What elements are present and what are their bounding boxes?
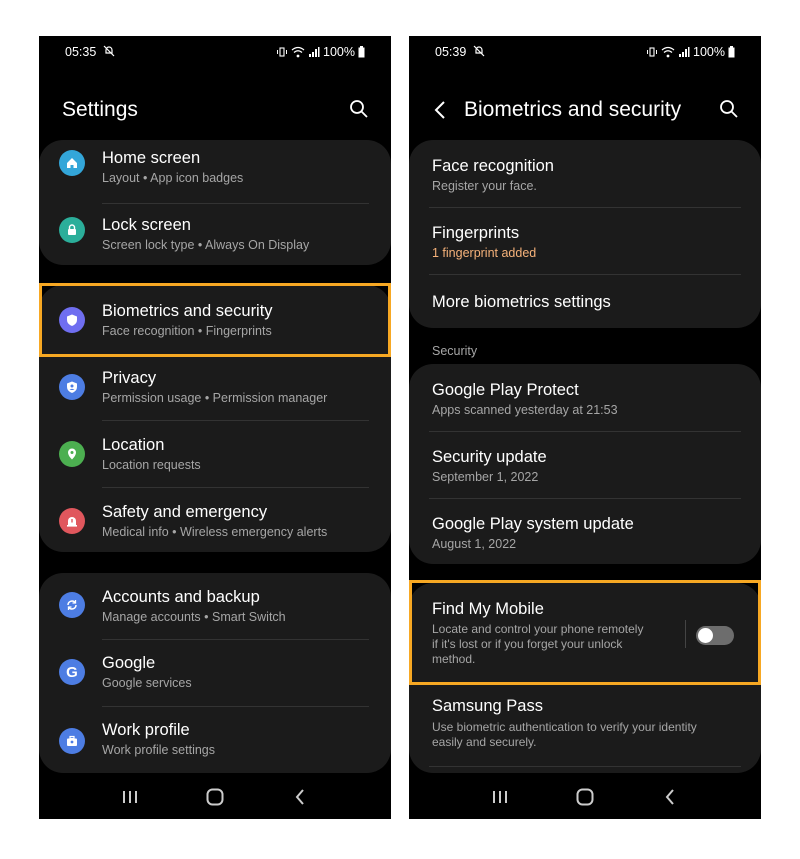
settings-group-3: Accounts and backup Manage accounts • Sm… bbox=[39, 573, 391, 773]
item-subtitle: Permission usage • Permission manager bbox=[102, 391, 328, 405]
item-title: Google Play system update bbox=[432, 515, 634, 533]
item-title: Face recognition bbox=[432, 157, 554, 175]
location-pin-icon bbox=[59, 441, 85, 467]
search-icon[interactable] bbox=[719, 99, 739, 119]
samsung-pass-item[interactable]: Samsung Pass Use biometric authenticatio… bbox=[409, 687, 761, 773]
google-play-system-update-item[interactable]: Google Play system update August 1, 2022 bbox=[409, 499, 761, 564]
item-subtitle: 1 fingerprint added bbox=[432, 246, 537, 260]
security-group: Google Play Protect Apps scanned yesterd… bbox=[409, 364, 761, 564]
item-subtitle-line-2: easily and securely. bbox=[432, 735, 537, 749]
mute-icon bbox=[473, 45, 485, 57]
biometrics-security-screen: 05:39 100% Biometrics and security Face … bbox=[409, 36, 761, 819]
signal-icon bbox=[309, 47, 320, 57]
settings-item-accounts-and-backup[interactable]: Accounts and backup Manage accounts • Sm… bbox=[39, 573, 391, 640]
settings-group-1: Home screen Layout • App icon badges Loc… bbox=[39, 140, 391, 265]
security-update-item[interactable]: Security update September 1, 2022 bbox=[409, 432, 761, 499]
battery-percent: 100% bbox=[693, 45, 725, 59]
item-title: Google bbox=[102, 654, 156, 672]
item-title: Safety and emergency bbox=[102, 503, 268, 521]
battery-percent: 100% bbox=[323, 45, 355, 59]
wifi-icon bbox=[661, 46, 675, 58]
home-icon bbox=[59, 150, 85, 176]
status-bar: 05:39 100% bbox=[409, 36, 761, 68]
search-icon[interactable] bbox=[349, 99, 369, 119]
mute-icon bbox=[103, 45, 115, 57]
item-subtitle: September 1, 2022 bbox=[432, 470, 539, 484]
settings-item-work-profile[interactable]: Work profile Work profile settings bbox=[39, 707, 391, 773]
recent-apps-icon[interactable] bbox=[117, 784, 143, 810]
status-time: 05:39 bbox=[435, 45, 467, 59]
sync-icon bbox=[59, 592, 85, 618]
item-subtitle: Medical info • Wireless emergency alerts bbox=[102, 525, 328, 539]
status-bar: 05:35 100% bbox=[39, 36, 391, 68]
lock-icon bbox=[59, 217, 85, 243]
section-label-security: Security bbox=[432, 344, 478, 358]
settings-item-home-screen[interactable]: Home screen Layout • App icon badges bbox=[39, 140, 391, 204]
settings-item-safety-and-emergency[interactable]: Safety and emergency Medical info • Wire… bbox=[39, 489, 391, 552]
item-subtitle: Screen lock type • Always On Display bbox=[102, 238, 310, 252]
item-subtitle: Layout • App icon badges bbox=[102, 171, 244, 185]
back-arrow-icon[interactable] bbox=[433, 99, 447, 121]
face-recognition-item[interactable]: Face recognition Register your face. bbox=[409, 140, 761, 208]
item-subtitle: Work profile settings bbox=[102, 743, 216, 757]
recent-apps-icon[interactable] bbox=[487, 784, 513, 810]
item-title: Home screen bbox=[102, 149, 201, 167]
briefcase-icon bbox=[59, 728, 85, 754]
status-time: 05:35 bbox=[65, 45, 97, 59]
settings-screen: 05:35 100% Settings Home screen Layout •… bbox=[39, 36, 391, 819]
highlight-find-my-mobile bbox=[409, 580, 761, 685]
item-title: Security update bbox=[432, 448, 547, 466]
item-subtitle: Location requests bbox=[102, 458, 201, 472]
google-icon: G bbox=[59, 659, 85, 685]
item-subtitle: Register your face. bbox=[432, 179, 537, 193]
vibrate-icon bbox=[647, 47, 658, 57]
home-button-icon[interactable] bbox=[572, 784, 598, 810]
item-subtitle-line-1: Use biometric authentication to verify y… bbox=[432, 720, 697, 734]
item-subtitle: Apps scanned yesterday at 21:53 bbox=[432, 403, 618, 417]
navigation-bar bbox=[39, 774, 391, 819]
highlight-biometrics-and-security bbox=[39, 283, 391, 357]
item-title: Fingerprints bbox=[432, 224, 520, 242]
home-button-icon[interactable] bbox=[202, 784, 228, 810]
item-subtitle: Manage accounts • Smart Switch bbox=[102, 610, 286, 624]
back-icon[interactable] bbox=[287, 784, 313, 810]
item-title: Google Play Protect bbox=[432, 381, 579, 399]
emergency-icon bbox=[59, 508, 85, 534]
biometrics-group: Face recognition Register your face. Fin… bbox=[409, 140, 761, 328]
item-subtitle: August 1, 2022 bbox=[432, 537, 517, 551]
settings-item-location[interactable]: Location Location requests bbox=[39, 422, 391, 488]
privacy-icon bbox=[59, 374, 85, 400]
wifi-icon bbox=[291, 46, 305, 58]
vibrate-icon bbox=[277, 47, 288, 57]
item-subtitle: Google services bbox=[102, 676, 192, 690]
battery-icon bbox=[358, 46, 365, 58]
divider bbox=[102, 203, 369, 204]
item-title: Privacy bbox=[102, 369, 157, 387]
item-title: Work profile bbox=[102, 721, 190, 739]
page-title: Settings bbox=[62, 98, 138, 121]
item-title: Samsung Pass bbox=[432, 697, 543, 715]
item-title: Accounts and backup bbox=[102, 588, 260, 606]
navigation-bar bbox=[409, 774, 761, 819]
back-icon[interactable] bbox=[657, 784, 683, 810]
item-title: Location bbox=[102, 436, 165, 454]
page-title: Biometrics and security bbox=[464, 98, 682, 121]
signal-icon bbox=[679, 47, 690, 57]
divider bbox=[102, 420, 369, 421]
settings-item-privacy[interactable]: Privacy Permission usage • Permission ma… bbox=[39, 355, 391, 421]
item-title: More biometrics settings bbox=[432, 293, 611, 311]
battery-icon bbox=[728, 46, 735, 58]
item-title: Lock screen bbox=[102, 216, 191, 234]
more-biometrics-settings-item[interactable]: More biometrics settings bbox=[409, 275, 761, 328]
divider bbox=[102, 487, 369, 488]
google-play-protect-item[interactable]: Google Play Protect Apps scanned yesterd… bbox=[409, 364, 761, 432]
settings-item-lock-screen[interactable]: Lock screen Screen lock type • Always On… bbox=[39, 205, 391, 265]
settings-item-google[interactable]: G Google Google services bbox=[39, 640, 391, 707]
fingerprints-item[interactable]: Fingerprints 1 fingerprint added bbox=[409, 208, 761, 275]
divider bbox=[429, 766, 741, 767]
